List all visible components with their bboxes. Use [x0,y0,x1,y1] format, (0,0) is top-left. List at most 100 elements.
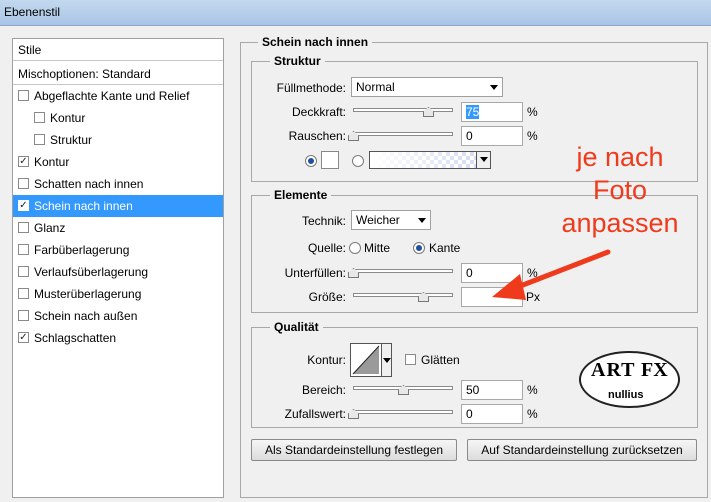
chevron-down-icon [383,358,391,363]
bereich-input[interactable]: 50 [461,380,523,400]
contour-picker-button[interactable] [381,344,391,376]
logo-text-nullius: nullius [608,389,644,401]
color-radio[interactable] [305,155,317,167]
logo-text-art: ART [591,359,636,381]
style-item-checkbox[interactable] [18,310,29,322]
style-item[interactable]: Schein nach außen [13,305,223,327]
logo-text-fx: FX [641,359,668,381]
style-item-label: Glanz [34,221,66,235]
style-item[interactable]: Musterüberlagerung [13,283,223,305]
rauschen-label: Rauschen: [288,129,346,143]
annotation-line-1: je nach [576,142,664,172]
rauschen-unit: % [527,129,538,143]
style-item-label: Abgeflachte Kante und Relief [34,89,190,103]
bereich-slider[interactable] [353,382,453,396]
quelle-label: Quelle: [307,241,346,255]
struktur-title: Struktur [270,54,325,68]
unterfuellen-label: Unterfüllen: [284,266,346,280]
inner-glow-title: Schein nach innen [258,35,373,49]
style-item-checkbox[interactable] [18,222,29,234]
style-item[interactable]: Struktur [13,129,223,151]
unterfuellen-slider[interactable] [348,265,453,279]
chevron-down-icon [490,85,498,90]
rauschen-input[interactable]: 0 [461,126,523,146]
style-item-checkbox[interactable]: ✓ [18,332,29,344]
quelle-mitte-label: Mitte [364,241,391,255]
style-item-checkbox[interactable]: ✓ [18,200,29,212]
annotation-line-3: anpassen [561,208,679,238]
style-item-checkbox[interactable] [18,90,29,102]
style-item-label: Schein nach außen [34,309,138,323]
rauschen-value: 0 [466,129,473,143]
gradient-picker[interactable] [369,151,491,169]
style-item[interactable]: Farbüberlagerung [13,239,223,261]
style-item-checkbox[interactable] [18,244,29,256]
gradient-picker-button[interactable] [476,152,490,168]
quelle-kante-radio[interactable] [413,242,425,254]
quelle-mitte-radio[interactable] [349,242,361,254]
zufallswert-label: Zufallswert: [284,407,346,421]
deckkraft-label: Deckkraft: [291,105,346,119]
style-item-checkbox[interactable] [34,112,45,124]
technik-label: Technik: [301,214,346,228]
style-item-label: Kontur [50,111,86,125]
style-item[interactable]: Mischoptionen: Standard [13,63,223,85]
annotation-text: je nach Foto anpassen [545,141,695,240]
deckkraft-value: 75 [466,105,480,119]
contour-curve-icon [352,345,380,375]
style-item-label: Schlagschatten [34,331,117,345]
technik-select[interactable]: Weicher [351,210,431,230]
groesse-label: Größe: [308,290,346,304]
glow-color-swatch[interactable] [321,151,339,169]
reset-default-button[interactable]: Auf Standardeinstellung zurücksetzen [467,439,697,461]
gradient-radio[interactable] [352,155,364,167]
style-item[interactable]: Abgeflachte Kante und Relief [13,85,223,107]
contour-picker[interactable] [350,343,392,377]
deckkraft-input[interactable]: 75 [461,102,523,122]
style-item-checkbox[interactable] [18,266,29,278]
fuellmethode-select[interactable]: Normal [351,77,503,97]
glaetten-checkbox[interactable] [405,354,416,365]
kontur-label: Kontur: [307,353,346,367]
fuellmethode-value: Normal [356,80,395,94]
zufallswert-slider[interactable] [348,406,453,420]
fuellmethode-label: Füllmethode: [276,81,346,95]
window-titlebar: Ebenenstil [0,0,711,26]
deckkraft-slider[interactable] [353,104,453,118]
style-item-label: Struktur [50,133,93,147]
style-item-label: Musterüberlagerung [34,287,142,301]
style-item-checkbox[interactable] [34,134,45,146]
set-default-button[interactable]: Als Standardeinstellung festlegen [251,439,457,461]
chevron-down-icon [480,157,488,162]
style-item-label: Schein nach innen [34,199,133,213]
zufallswert-input[interactable]: 0 [461,404,523,424]
style-item-label: Kontur [34,155,70,169]
annotation-line-2: Foto [592,175,648,205]
style-item-checkbox[interactable]: ✓ [18,156,29,168]
style-item[interactable]: Schatten nach innen [13,173,223,195]
rauschen-slider[interactable] [348,128,453,142]
style-item[interactable]: Kontur [13,107,223,129]
elemente-title: Elemente [270,188,332,202]
bereich-unit: % [527,383,538,397]
style-list-header: Stile [13,39,223,61]
bereich-label: Bereich: [301,383,346,397]
technik-value: Weicher [356,213,400,227]
style-item[interactable]: ✓ Schein nach innen [13,195,223,217]
style-item[interactable]: ✓ Kontur [13,151,223,173]
groesse-slider[interactable] [353,289,453,303]
style-item[interactable]: ✓ Schlagschatten [13,327,223,349]
style-list: Stile Mischoptionen: Standard Abgeflachte… [12,38,224,498]
style-item-checkbox[interactable] [18,178,29,190]
style-item-label: Schatten nach innen [34,177,144,191]
deckkraft-unit: % [527,105,538,119]
annotation-arrow-icon [492,249,611,300]
style-item[interactable]: Glanz [13,217,223,239]
zufallswert-unit: % [527,407,538,421]
window-title: Ebenenstil [4,5,61,19]
style-item-label: Verlaufsüberlagerung [34,265,149,279]
style-item-checkbox[interactable] [18,288,29,300]
style-item-label: Farbüberlagerung [34,243,130,257]
style-item[interactable]: Verlaufsüberlagerung [13,261,223,283]
glaetten-label: Glätten [421,353,460,367]
